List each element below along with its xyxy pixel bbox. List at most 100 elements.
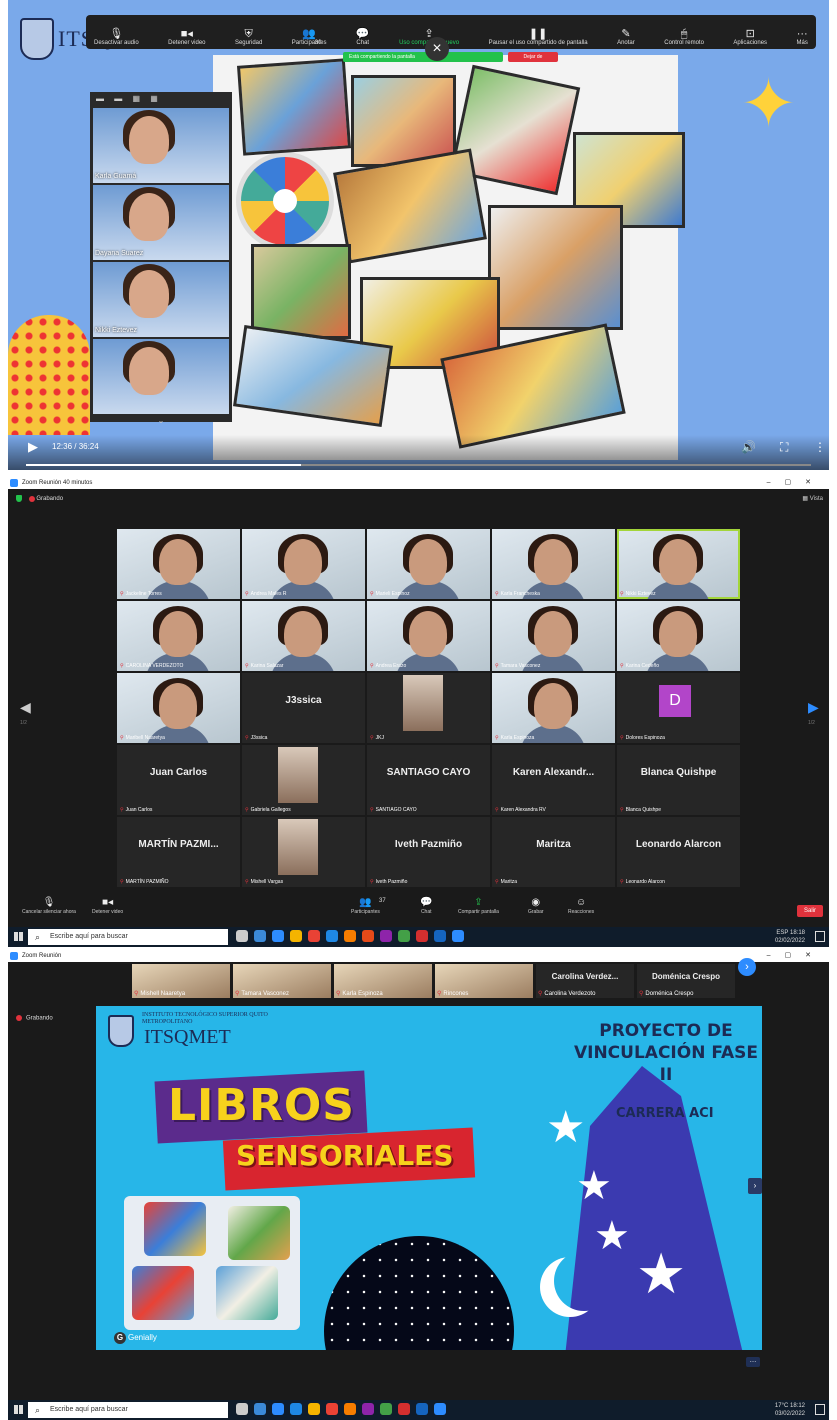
toolbar-button-9[interactable]: ⊡ Aplicaciones: [733, 15, 767, 49]
toolbar-button-3[interactable]: 👥 Participantes 30: [292, 15, 327, 49]
leave-button[interactable]: Salir: [797, 905, 823, 917]
more-options-icon[interactable]: …: [746, 1357, 760, 1367]
participant-tile[interactable]: ⚲ Gabriela Gallegos: [242, 745, 365, 815]
file-explorer-icon[interactable]: [290, 930, 302, 942]
participant-tile[interactable]: ⚲ Marieli Espinoz: [367, 529, 490, 599]
participant-tile[interactable]: Carolina Verdez... ⚲ Carolina Verdezoto: [536, 964, 634, 998]
toolbar-button-6[interactable]: ❚❚ Pausar el uso compartido de pantalla: [489, 15, 588, 49]
participant-tile[interactable]: ⚲ Mishell Vargas: [242, 817, 365, 887]
app-icon[interactable]: [362, 930, 374, 942]
gallery-view-controls[interactable]: ▬ ▬ ▦ ▦: [90, 92, 232, 106]
video-progress-bar[interactable]: [26, 464, 811, 466]
notification-icon[interactable]: [815, 931, 825, 942]
participant-tile[interactable]: ⚲ Tamara Vasconez: [233, 964, 331, 998]
control-button-2[interactable]: 👥 Participantes 37: [351, 897, 386, 915]
file-explorer-icon[interactable]: [308, 1403, 320, 1415]
mail-icon[interactable]: [290, 1403, 302, 1415]
windows-start-icon[interactable]: [14, 1405, 23, 1414]
next-page-button[interactable]: ▶ 1/2: [808, 699, 819, 726]
close-icon[interactable]: ×: [425, 37, 449, 61]
window-controls[interactable]: –▢✕: [767, 477, 825, 489]
participant-tile[interactable]: ⚲ Nikki Eztevez: [617, 529, 740, 599]
system-tray[interactable]: ESP 18:18 02/02/2022: [775, 929, 805, 945]
chrome-icon[interactable]: [398, 930, 410, 942]
zoom-icon[interactable]: [272, 930, 284, 942]
participant-tile[interactable]: ⚲ Karla Francheska: [492, 529, 615, 599]
participant-tile[interactable]: ⚲ Rincones: [435, 964, 533, 998]
more-options-icon[interactable]: ⋮: [814, 440, 826, 454]
participant-tile[interactable]: Karen Alexandr... ⚲ Karen Alexandra RV: [492, 745, 615, 815]
mail-icon[interactable]: [326, 930, 338, 942]
participant-tile[interactable]: J3ssica ⚲ J3ssica: [242, 673, 365, 743]
participant-tile[interactable]: ⚲ Maribell Naaretya: [117, 673, 240, 743]
gallery-tile[interactable]: Dayana Suarez: [93, 185, 229, 260]
toolbar-button-0[interactable]: 🎙 Desactivar audio: [94, 15, 139, 49]
notification-icon[interactable]: [815, 1404, 825, 1415]
task-view-icon[interactable]: [236, 930, 248, 942]
word-icon[interactable]: [416, 1403, 428, 1415]
floating-gallery-view[interactable]: ▬ ▬ ▦ ▦ Karla Guamá Dayana Suarez Nikki …: [90, 92, 232, 425]
view-button[interactable]: ▦ Vista: [802, 495, 823, 502]
windows-start-icon[interactable]: [14, 932, 23, 941]
next-slide-button[interactable]: ›: [748, 1178, 762, 1194]
toolbar-button-2[interactable]: ⛨ Seguridad: [235, 15, 262, 49]
toolbar-button-4[interactable]: 💬 Chat: [356, 15, 370, 49]
task-view-icon[interactable]: [236, 1403, 248, 1415]
participant-tile[interactable]: Doménica Crespo ⚲ Doménica Crespo: [637, 964, 735, 998]
toolbar-button-7[interactable]: ✎ Anotar: [617, 15, 635, 49]
teams-icon[interactable]: [380, 930, 392, 942]
app-icon[interactable]: [344, 930, 356, 942]
edge-icon[interactable]: [254, 930, 266, 942]
control-button-0[interactable]: 🎙 Cancelar silenciar ahora: [22, 897, 76, 915]
toolbar-button-8[interactable]: 🖱 Control remoto: [664, 15, 704, 49]
toolbar-button-10[interactable]: ··· Más: [797, 15, 808, 49]
participant-tile[interactable]: ⚲ JKJ: [367, 673, 490, 743]
participant-tile[interactable]: MARTÍN PAZMI... ⚲ MARTÍN PAZMIÑO: [117, 817, 240, 887]
window-controls[interactable]: –▢✕: [767, 950, 825, 962]
fullscreen-icon[interactable]: ⛶: [780, 440, 788, 455]
participant-tile[interactable]: ⚲ Andrea Males R: [242, 529, 365, 599]
participant-tile[interactable]: ⚲ Andrea Erazo: [367, 601, 490, 671]
control-button-5[interactable]: ◉ Grabar: [528, 897, 544, 915]
word-icon[interactable]: [434, 930, 446, 942]
participant-tile[interactable]: Blanca Quishpe ⚲ Blanca Quishpe: [617, 745, 740, 815]
gallery-tile[interactable]: Nikki Eztevez: [93, 262, 229, 337]
participant-tile[interactable]: Juan Carlos ⚲ Juan Carlos: [117, 745, 240, 815]
participant-tile[interactable]: ⚲ Karina Salazar: [242, 601, 365, 671]
next-participants-button[interactable]: ›: [738, 958, 756, 976]
participant-tile[interactable]: ⚲ Tamara Vasconez: [492, 601, 615, 671]
participant-tile[interactable]: ⚲ CAROLINA VERDEZOTO: [117, 601, 240, 671]
stop-share-button[interactable]: Dejar de: [508, 52, 558, 62]
zoom-icon[interactable]: [434, 1403, 446, 1415]
chevron-down-icon[interactable]: ⌄: [90, 416, 232, 425]
participant-tile[interactable]: ⚲ Mishell Naaretya: [132, 964, 230, 998]
office-icon[interactable]: [326, 1403, 338, 1415]
previous-page-button[interactable]: ◀ 1/2: [20, 699, 31, 726]
office-icon[interactable]: [308, 930, 320, 942]
participant-tile[interactable]: ⚲ Karla Espinoza: [492, 673, 615, 743]
control-button-3[interactable]: 💬 Chat: [420, 897, 432, 915]
system-tray[interactable]: 17°C 18:12 03/02/2022: [775, 1402, 805, 1418]
participant-tile[interactable]: ⚲ Jackeline Torres: [117, 529, 240, 599]
participant-tile[interactable]: ⚲ Karla Espinoza: [334, 964, 432, 998]
play-icon[interactable]: ▶: [28, 439, 38, 455]
app-icon[interactable]: [344, 1403, 356, 1415]
participant-tile[interactable]: Leonardo Alarcon ⚲ Leonardo Alarcon: [617, 817, 740, 887]
control-button-1[interactable]: ■◂ Detener video: [92, 897, 123, 915]
participant-tile[interactable]: D ⚲ Dolores Espinoza: [617, 673, 740, 743]
taskbar-search[interactable]: ⌕ Escribe aquí para buscar: [28, 1402, 228, 1418]
app-icon[interactable]: [398, 1403, 410, 1415]
control-button-4[interactable]: ⇪ Compartir pantalla: [458, 897, 499, 915]
volume-icon[interactable]: 🔊: [741, 440, 756, 454]
participant-tile[interactable]: SANTIAGO CAYO ⚲ SANTIAGO CAYO: [367, 745, 490, 815]
app-icon[interactable]: [416, 930, 428, 942]
control-button-6[interactable]: ☺ Reacciones: [568, 897, 594, 915]
zoom-icon[interactable]: [272, 1403, 284, 1415]
gallery-tile[interactable]: Karla Guamá: [93, 108, 229, 183]
zoom-icon[interactable]: [452, 930, 464, 942]
toolbar-button-1[interactable]: ■◂ Detener video: [168, 15, 205, 49]
participant-tile[interactable]: ⚲ Karina Cedeño: [617, 601, 740, 671]
chrome-icon[interactable]: [380, 1403, 392, 1415]
edge-icon[interactable]: [254, 1403, 266, 1415]
participant-tile[interactable]: Maritza ⚲ Maritza: [492, 817, 615, 887]
